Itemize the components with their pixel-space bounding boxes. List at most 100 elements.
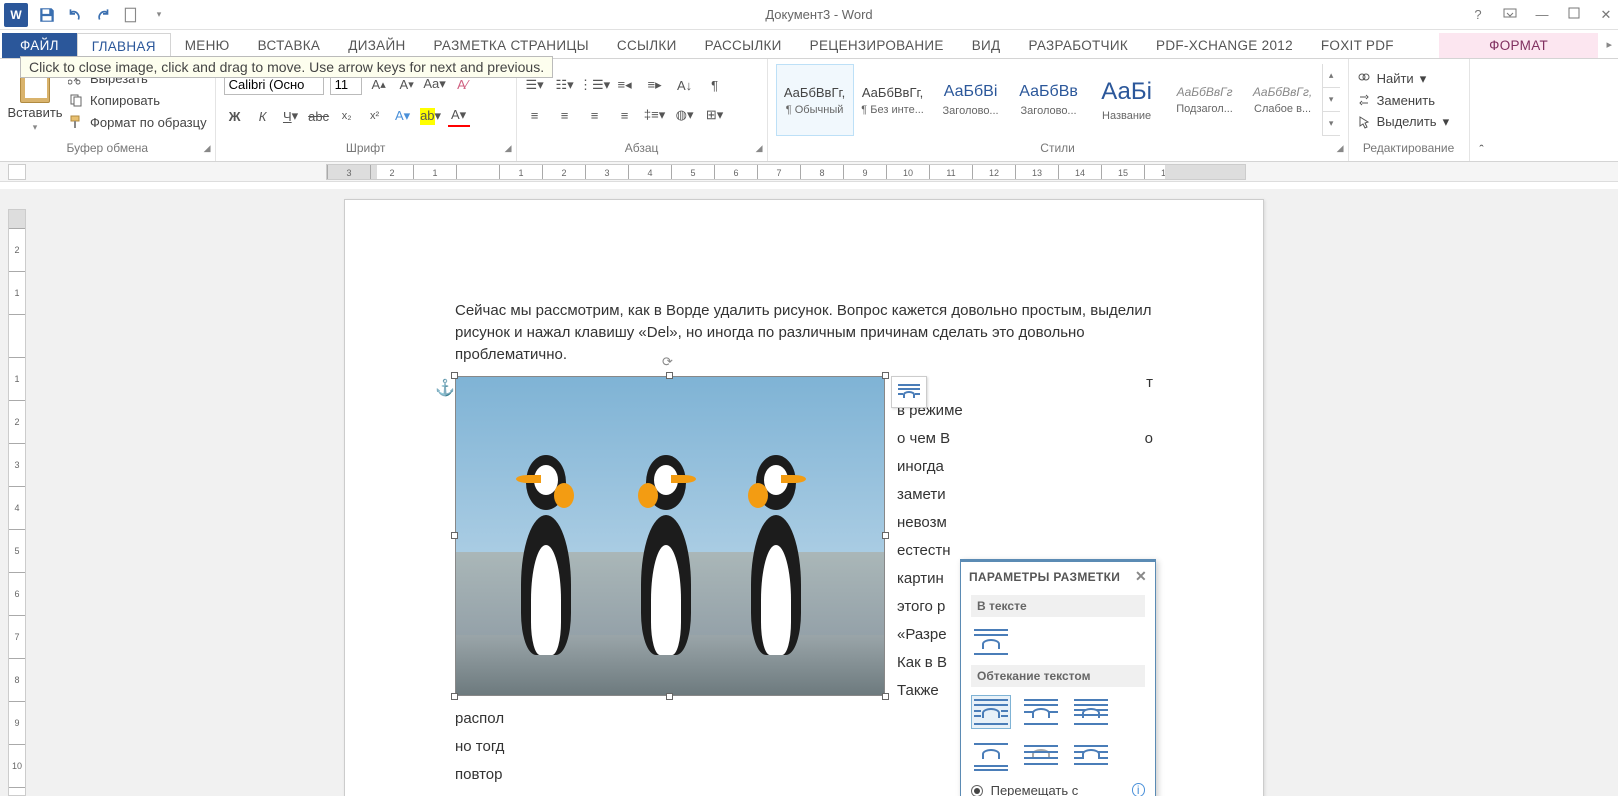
image-viewer-tooltip: Click to close image, click and drag to … <box>20 56 553 78</box>
styles-scroller[interactable]: ▴▾▾ <box>1322 64 1340 136</box>
tab-insert[interactable]: ВСТАВКА <box>244 33 335 58</box>
shading-icon[interactable]: ◍▾ <box>675 105 695 125</box>
tab-view[interactable]: ВИД <box>958 33 1015 58</box>
radio-move-with-text[interactable]: Перемещать с текстом i <box>971 779 1145 796</box>
borders-icon[interactable]: ⊞▾ <box>705 105 725 125</box>
group-clipboard-label: Буфер обмена <box>67 141 149 155</box>
resize-handle[interactable] <box>451 532 458 539</box>
popup-section-inline: В тексте <box>971 595 1145 617</box>
wrap-through-option[interactable] <box>1071 695 1111 729</box>
show-marks-icon[interactable]: ¶ <box>705 75 725 95</box>
horizontal-ruler[interactable]: 3211234567891011121314151617 <box>326 164 1246 180</box>
bold-icon[interactable]: Ж <box>224 105 246 127</box>
tab-developer[interactable]: РАЗРАБОТЧИК <box>1014 33 1142 58</box>
tab-file[interactable]: ФАЙЛ <box>2 33 77 58</box>
group-editing: Найти ▾ Заменить Выделить ▾ Редактирован… <box>1349 59 1470 161</box>
font-color-icon[interactable]: A▾ <box>448 105 470 127</box>
tab-design[interactable]: ДИЗАЙН <box>334 33 419 58</box>
wrap-behind-option[interactable] <box>1021 739 1061 773</box>
tab-page-layout[interactable]: РАЗМЕТКА СТРАНИЦЫ <box>420 33 603 58</box>
resize-handle[interactable] <box>666 693 673 700</box>
minimize-icon[interactable]: — <box>1534 7 1550 22</box>
replace-button[interactable]: Заменить <box>1357 93 1461 108</box>
tab-mailings[interactable]: РАССЫЛКИ <box>691 33 796 58</box>
justify-icon[interactable]: ≡ <box>615 105 635 125</box>
popup-close-icon[interactable]: ✕ <box>1135 568 1147 585</box>
numbering-icon[interactable]: ☷▾ <box>555 75 575 95</box>
tab-menu[interactable]: Меню <box>171 33 244 58</box>
wrap-square-option[interactable] <box>971 695 1011 729</box>
help-icon[interactable]: ? <box>1470 7 1486 22</box>
align-left-icon[interactable]: ≡ <box>525 105 545 125</box>
wrap-inline-option[interactable] <box>971 625 1011 659</box>
style-subtitle[interactable]: АаБбВвГгПодзагол... <box>1166 64 1244 136</box>
clipboard-dialog-icon[interactable]: ◢ <box>204 143 211 154</box>
styles-dialog-icon[interactable]: ◢ <box>1337 143 1344 154</box>
decrease-indent-icon[interactable]: ≡◂ <box>615 75 635 95</box>
italic-icon[interactable]: К <box>252 105 274 127</box>
line-spacing-icon[interactable]: ‡≡▾ <box>645 105 665 125</box>
quick-access-toolbar: W ▾ <box>4 3 168 27</box>
style-heading2[interactable]: АаБбВвЗаголово... <box>1010 64 1088 136</box>
superscript-icon[interactable]: x² <box>364 105 386 127</box>
resize-handle[interactable] <box>882 693 889 700</box>
tab-overflow-icon[interactable]: ▸ <box>1606 38 1612 51</box>
undo-icon[interactable] <box>66 6 84 24</box>
tab-review[interactable]: РЕЦЕНЗИРОВАНИЕ <box>796 33 958 58</box>
save-icon[interactable] <box>38 6 56 24</box>
multilevel-icon[interactable]: ⋮☰▾ <box>585 75 605 95</box>
title-bar: W ▾ Документ3 - Word ? — ✕ <box>0 0 1618 30</box>
format-painter-button[interactable]: Формат по образцу <box>68 114 207 130</box>
tab-format[interactable]: ФОРМАТ <box>1439 33 1598 58</box>
bullets-icon[interactable]: ☰▾ <box>525 75 545 95</box>
selected-image[interactable]: ⚓ ⟳ <box>455 376 885 696</box>
rotate-handle-icon[interactable]: ⟳ <box>662 354 678 370</box>
paragraph-dialog-icon[interactable]: ◢ <box>756 143 763 154</box>
resize-handle[interactable] <box>666 372 673 379</box>
sort-icon[interactable]: A↓ <box>675 75 695 95</box>
paste-dropdown-icon[interactable]: ▾ <box>33 122 38 133</box>
align-center-icon[interactable]: ≡ <box>555 105 575 125</box>
paste-label: Вставить <box>7 105 62 120</box>
style-no-spacing[interactable]: АаБбВвГг,¶ Без инте... <box>854 64 932 136</box>
qat-dropdown-icon[interactable]: ▾ <box>150 6 168 24</box>
close-icon[interactable]: ✕ <box>1598 7 1614 23</box>
ribbon-display-icon[interactable] <box>1502 6 1518 23</box>
group-styles: АаБбВвГг,¶ Обычный АаБбВвГг,¶ Без инте..… <box>768 59 1349 161</box>
vertical-ruler[interactable]: 211234567891011 <box>8 209 26 796</box>
redo-icon[interactable] <box>94 6 112 24</box>
group-paragraph-label: Абзац <box>625 141 659 155</box>
style-subtle[interactable]: АаБбВвГг,Слабое в... <box>1244 64 1322 136</box>
resize-handle[interactable] <box>451 372 458 379</box>
style-heading1[interactable]: АаБбВіЗаголово... <box>932 64 1010 136</box>
resize-handle[interactable] <box>451 693 458 700</box>
underline-icon[interactable]: Ч▾ <box>280 105 302 127</box>
copy-button[interactable]: Копировать <box>68 92 207 108</box>
wrap-topbottom-option[interactable] <box>971 739 1011 773</box>
subscript-icon[interactable]: x₂ <box>336 105 358 127</box>
tab-pdf-xchange[interactable]: PDF-XChange 2012 <box>1142 33 1307 58</box>
find-button[interactable]: Найти ▾ <box>1357 71 1461 87</box>
text-effects-icon[interactable]: A▾ <box>392 105 414 127</box>
maximize-icon[interactable] <box>1566 7 1582 22</box>
tab-foxit[interactable]: Foxit PDF <box>1307 33 1408 58</box>
style-title[interactable]: АаБіНазвание <box>1088 64 1166 136</box>
select-button[interactable]: Выделить ▾ <box>1357 114 1461 130</box>
increase-indent-icon[interactable]: ≡▸ <box>645 75 665 95</box>
font-dialog-icon[interactable]: ◢ <box>505 143 512 154</box>
highlight-icon[interactable]: ab▾ <box>420 105 442 127</box>
popup-section-wrap: Обтекание текстом <box>971 665 1145 687</box>
tab-references[interactable]: ССЫЛКИ <box>603 33 691 58</box>
style-normal[interactable]: АаБбВвГг,¶ Обычный <box>776 64 854 136</box>
wrap-front-option[interactable] <box>1071 739 1111 773</box>
resize-handle[interactable] <box>882 532 889 539</box>
layout-options-button[interactable] <box>891 376 927 408</box>
align-right-icon[interactable]: ≡ <box>585 105 605 125</box>
info-icon[interactable]: i <box>1132 783 1146 796</box>
group-paragraph: ☰▾ ☷▾ ⋮☰▾ ≡◂ ≡▸ A↓ ¶ ≡ ≡ ≡ ≡ ‡≡▾ ◍▾ ⊞▾ А… <box>517 59 768 161</box>
collapse-ribbon-icon[interactable]: ˆ <box>1470 59 1494 161</box>
resize-handle[interactable] <box>882 372 889 379</box>
new-doc-icon[interactable] <box>122 6 140 24</box>
strikethrough-icon[interactable]: abc <box>308 105 330 127</box>
wrap-tight-option[interactable] <box>1021 695 1061 729</box>
